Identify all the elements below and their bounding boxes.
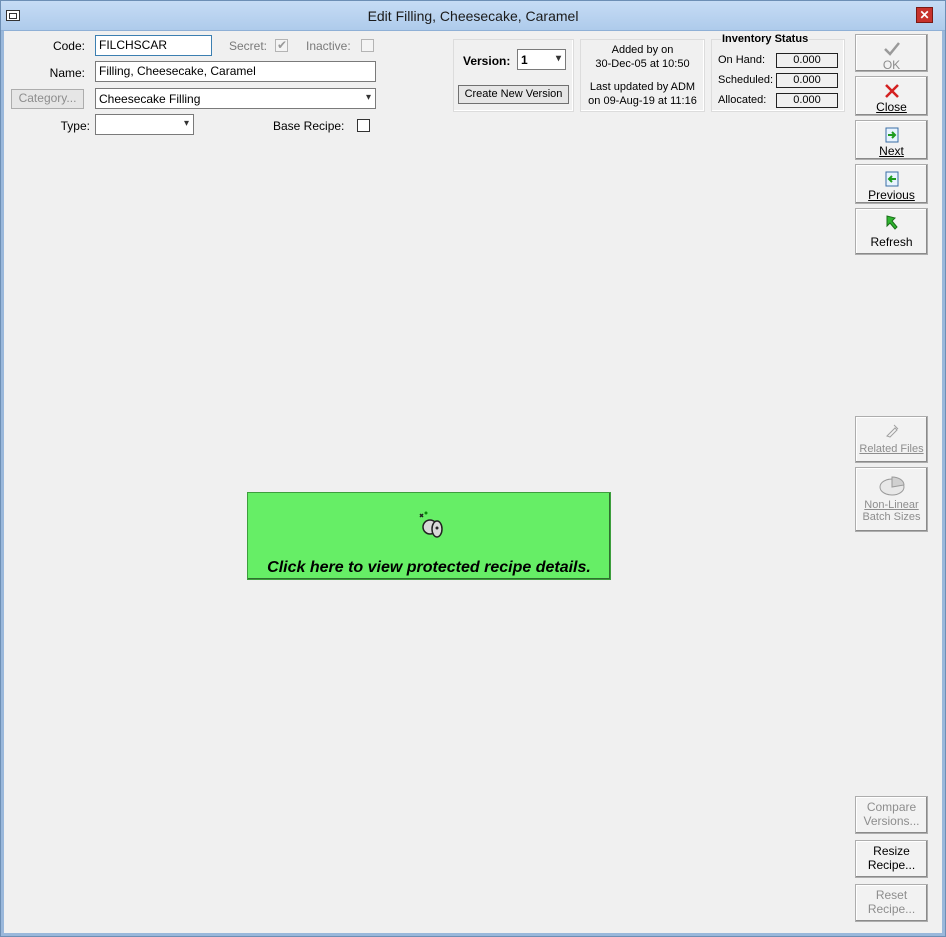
key-icon [419, 511, 443, 538]
next-button[interactable]: Next [855, 120, 928, 160]
version-select[interactable]: 1 ▾ [517, 49, 566, 70]
view-protected-details-button[interactable]: Click here to view protected recipe deta… [247, 492, 611, 580]
checkmark-icon: ✔ [277, 38, 288, 52]
compare-versions-button[interactable]: Compare Versions... [855, 796, 928, 834]
refresh-button-label: Refresh [870, 235, 913, 249]
title-bar[interactable]: Edit Filling, Cheesecake, Caramel ✕ [1, 1, 945, 31]
previous-record-icon [885, 171, 898, 187]
added-date-text: 30-Dec-05 at 10:50 [595, 58, 690, 70]
scheduled-value: 0.000 [776, 73, 838, 88]
related-files-label: Related Files [859, 443, 924, 455]
name-input[interactable]: Filling, Cheesecake, Caramel [95, 61, 376, 82]
reset-line2: Recipe... [867, 902, 916, 916]
audit-panel: Added by on 30-Dec-05 at 10:50 Last upda… [580, 39, 705, 112]
on-hand-value: 0.000 [776, 53, 838, 68]
secret-label: Secret: [229, 39, 268, 53]
base-recipe-checkbox[interactable] [357, 119, 370, 132]
create-new-version-button[interactable]: Create New Version [458, 85, 569, 104]
inventory-status-title: Inventory Status [721, 33, 810, 45]
category-button[interactable]: Category... [11, 89, 84, 109]
refresh-button[interactable]: Refresh [855, 208, 928, 255]
base-recipe-label: Base Recipe: [273, 119, 345, 133]
ok-button-label: OK [882, 58, 901, 72]
reset-recipe-button[interactable]: Reset Recipe... [855, 884, 928, 922]
on-hand-label: On Hand: [718, 54, 766, 66]
code-label: Code: [52, 39, 85, 53]
code-input[interactable]: FILCHSCAR [95, 35, 212, 56]
version-panel: Version: 1 ▾ Create New Version [453, 39, 574, 112]
inactive-label: Inactive: [306, 39, 351, 53]
category-select[interactable]: Cheesecake Filling ▾ [95, 88, 376, 109]
type-label: Type: [60, 119, 90, 133]
compare-line1: Compare [866, 800, 917, 814]
close-button-label: Close [876, 100, 907, 114]
non-linear-batch-sizes-button[interactable]: Non-Linear Batch Sizes [855, 467, 928, 532]
pie-chart-icon [879, 476, 905, 496]
close-icon [884, 84, 899, 98]
secret-checkbox[interactable]: ✔ [275, 38, 288, 52]
edit-recipe-window: Edit Filling, Cheesecake, Caramel ✕ Code… [0, 0, 946, 937]
next-button-label: Next [879, 144, 904, 158]
version-select-value: 1 [521, 53, 528, 67]
window-close-button[interactable]: ✕ [916, 7, 933, 23]
inventory-status-panel: Inventory Status On Hand: 0.000 Schedule… [711, 33, 845, 112]
added-by-text: Added by on [611, 44, 674, 56]
previous-button[interactable]: Previous [855, 164, 928, 204]
non-linear-line1: Non-Linear [864, 499, 919, 511]
chevron-down-icon: ▾ [183, 118, 189, 129]
resize-line2: Recipe... [867, 858, 916, 872]
updated-date-text: on 09-Aug-19 at 11:16 [588, 95, 697, 107]
updated-by-text: Last updated by ADM [589, 81, 696, 93]
window-title: Edit Filling, Cheesecake, Caramel [367, 8, 579, 24]
category-select-value: Cheesecake Filling [99, 92, 201, 106]
checkmark-icon [883, 42, 900, 56]
version-label: Version: [463, 54, 511, 68]
next-record-icon [885, 127, 898, 143]
resize-recipe-button[interactable]: Resize Recipe... [855, 840, 928, 878]
close-button[interactable]: Close [855, 76, 928, 116]
protected-details-message: Click here to view protected recipe deta… [267, 559, 591, 576]
scheduled-label: Scheduled: [718, 74, 774, 86]
inactive-checkbox[interactable] [361, 39, 374, 52]
name-label: Name: [49, 66, 85, 80]
ok-button[interactable]: OK [855, 34, 928, 72]
attachment-icon [885, 424, 898, 438]
non-linear-line2: Batch Sizes [862, 511, 921, 523]
related-files-button[interactable]: Related Files [855, 416, 928, 463]
form-area: Code: FILCHSCAR Secret: ✔ Inactive: Name… [5, 31, 941, 933]
compare-line2: Versions... [863, 814, 920, 828]
chevron-down-icon: ▾ [555, 53, 561, 64]
allocated-value: 0.000 [776, 93, 838, 108]
refresh-icon [886, 215, 898, 230]
reset-line1: Reset [875, 888, 908, 902]
type-select[interactable]: ▾ [95, 114, 194, 135]
chevron-down-icon: ▾ [365, 92, 371, 103]
resize-line1: Resize [873, 844, 910, 858]
previous-button-label: Previous [868, 188, 915, 202]
allocated-label: Allocated: [718, 94, 767, 106]
